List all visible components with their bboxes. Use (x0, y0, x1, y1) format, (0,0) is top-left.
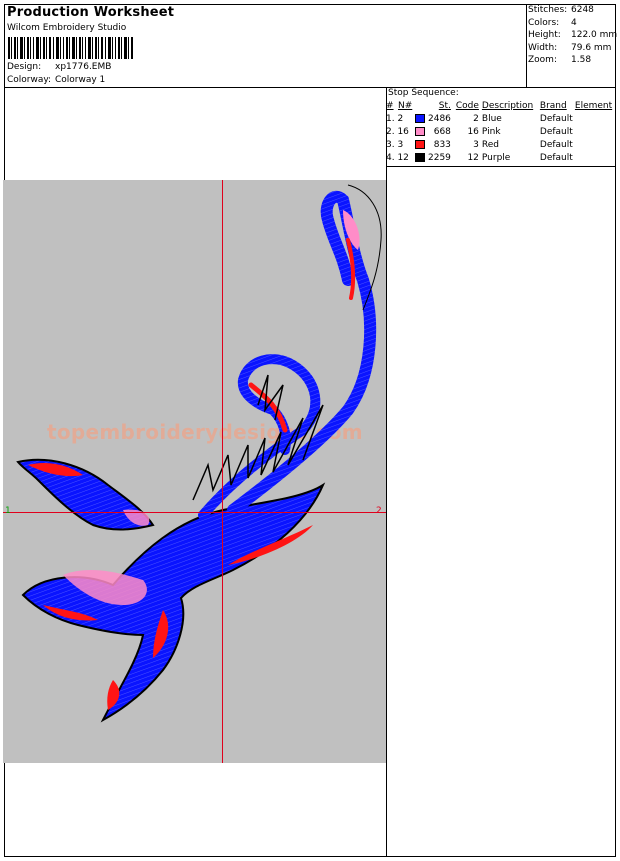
col-swatch (415, 100, 428, 112)
thread-description: Purple (481, 152, 511, 163)
element-cell (575, 151, 612, 164)
stitch-count: 668 (433, 126, 451, 137)
color-swatch (415, 126, 425, 136)
stop-number: 4. 12 (386, 152, 409, 163)
design-value: xp1776.EMB (55, 62, 112, 72)
bird-body (16, 184, 382, 723)
stops-divider (386, 166, 616, 167)
content-divider (386, 87, 387, 857)
design-stats: Stitches: 6248 Colors: 4 Height: 122.0 mm W… (528, 4, 617, 67)
stop-number: 2. 16 (386, 126, 409, 137)
crosshair-horizontal (3, 512, 386, 513)
col-num: # (386, 101, 394, 111)
stop-sequence-table: # N# St. Code Description Brand Element … (386, 100, 612, 164)
thread-code: 2 (473, 113, 479, 124)
stitch-count: 2486 (428, 113, 451, 124)
col-stitches: St. (438, 101, 451, 111)
table-row: 4. 12 2259 12 Purple Default (386, 151, 612, 164)
col-needle: N# (398, 101, 413, 111)
element-cell (575, 138, 612, 151)
element-cell (575, 112, 612, 125)
col-code: Code (455, 101, 479, 111)
embroidery-design-image (16, 184, 382, 723)
colorway-value: Colorway 1 (55, 75, 106, 85)
color-swatch-cell (415, 151, 428, 164)
table-header-row: # N# St. Code Description Brand Element (386, 100, 612, 112)
color-swatch (415, 152, 425, 162)
header-divider (4, 87, 616, 88)
barcode (8, 37, 133, 59)
color-swatch (415, 113, 425, 123)
col-description: Description (481, 101, 534, 111)
thread-brand: Default (539, 152, 573, 163)
company-name: Wilcom Embroidery Studio (7, 23, 127, 33)
stop-number: 1. 2 (386, 113, 404, 124)
thread-description: Red (481, 139, 500, 150)
design-label: Design: (7, 62, 42, 72)
stitch-count: 833 (433, 139, 451, 150)
thread-description: Blue (481, 113, 502, 124)
col-brand: Brand (539, 101, 567, 111)
thread-brand: Default (539, 139, 573, 150)
stat-width: Width: 79.6 mm (528, 42, 612, 53)
table-row: 3. 3 833 3 Red Default (386, 138, 612, 151)
design-preview: topembroiderydesigns.com 1 2 (3, 180, 386, 763)
thread-brand: Default (539, 126, 573, 137)
color-swatch (415, 139, 425, 149)
color-swatch-cell (415, 138, 428, 151)
thread-brand: Default (539, 113, 573, 124)
color-swatch-cell (415, 125, 428, 138)
thread-description: Pink (481, 126, 501, 137)
thread-code: 12 (467, 152, 479, 163)
stats-divider (526, 4, 527, 88)
stat-zoom: Zoom: 1.58 (528, 55, 592, 66)
table-row: 2. 16 668 16 Pink Default (386, 125, 612, 138)
page-title: Production Worksheet (7, 5, 175, 20)
col-element: Element (574, 101, 613, 111)
crosshair-vertical (222, 180, 223, 763)
stop-sequence-title: Stop Sequence: (388, 88, 459, 98)
axis-marker-left: 1 (5, 506, 11, 516)
stat-stitches: Stitches: 6248 (528, 5, 594, 15)
thread-code: 3 (473, 139, 479, 150)
table-row: 1. 2 2486 2 Blue Default (386, 112, 612, 125)
color-swatch-cell (415, 112, 428, 125)
element-cell (575, 125, 612, 138)
stat-colors: Colors: 4 (528, 17, 577, 28)
stitch-count: 2259 (428, 152, 451, 163)
stop-number: 3. 3 (386, 139, 404, 150)
colorway-label: Colorway: (7, 75, 52, 85)
thread-code: 16 (467, 126, 479, 137)
axis-marker-right: 2 (376, 506, 382, 516)
stat-height: Height: 122.0 mm (528, 30, 618, 41)
